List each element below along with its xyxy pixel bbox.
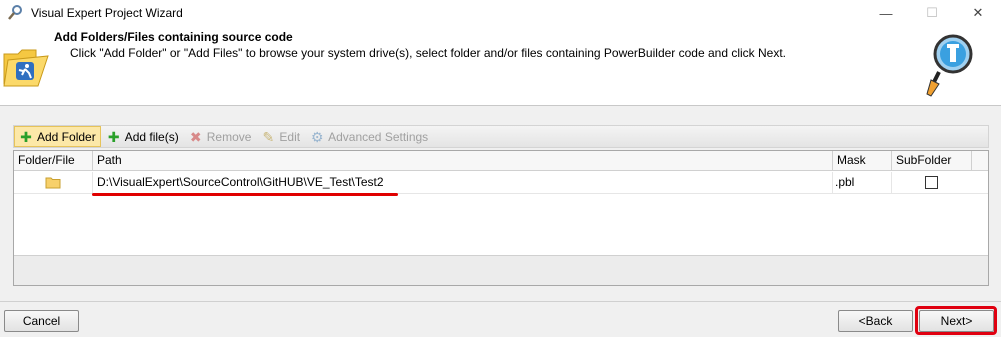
remove-x-icon: ✖: [189, 128, 202, 145]
magnifier-pencil-icon: [925, 32, 973, 98]
close-button[interactable]: ✕: [955, 0, 1001, 26]
source-grid: Folder/File Path Mask SubFolder D:\Visua…: [13, 150, 989, 286]
folder-icon: [45, 177, 61, 189]
plus-icon: ✚: [107, 128, 120, 145]
toolbar: ✚ Add Folder ✚ Add file(s) ✖ Remove ✎ Ed…: [13, 125, 989, 148]
grid-footer: [14, 255, 988, 285]
page-title: Add Folders/Files containing source code: [54, 30, 293, 44]
path-highlight-underline: [92, 193, 398, 196]
column-path[interactable]: Path: [93, 151, 833, 171]
row-mask[interactable]: .pbl: [833, 172, 892, 193]
edit-label: Edit: [279, 129, 301, 144]
edit-button: ✎ Edit: [257, 126, 304, 147]
advanced-settings-label: Advanced Settings: [328, 129, 429, 144]
window-title: Visual Expert Project Wizard: [31, 6, 183, 20]
row-path[interactable]: D:\VisualExpert\SourceControl\GitHUB\VE_…: [93, 172, 833, 193]
folder-runner-icon: [2, 42, 50, 92]
title-bar: Visual Expert Project Wizard — ☐ ✕: [0, 0, 1001, 26]
remove-label: Remove: [206, 129, 252, 144]
grid-header: Folder/File Path Mask SubFolder: [14, 151, 988, 171]
bottom-divider: [0, 301, 1001, 302]
page-description: Click "Add Folder" or "Add Files" to bro…: [70, 46, 787, 60]
cancel-button[interactable]: Cancel: [4, 310, 79, 332]
add-files-label: Add file(s): [124, 129, 179, 144]
app-icon: [7, 5, 23, 21]
row-folder-cell: [14, 172, 93, 193]
wizard-header: Add Folders/Files containing source code…: [0, 26, 1001, 106]
remove-button: ✖ Remove: [185, 126, 256, 147]
table-row[interactable]: D:\VisualExpert\SourceControl\GitHUB\VE_…: [14, 172, 988, 194]
subfolder-checkbox[interactable]: [925, 176, 938, 189]
gear-icon: ⚙: [310, 128, 324, 145]
minimize-button[interactable]: —: [863, 0, 909, 26]
add-folder-button[interactable]: ✚ Add Folder: [14, 126, 101, 147]
add-files-button[interactable]: ✚ Add file(s): [103, 126, 183, 147]
maximize-button: ☐: [926, 5, 938, 20]
advanced-settings-button: ⚙ Advanced Settings: [306, 126, 432, 147]
add-folder-label: Add Folder: [37, 129, 96, 144]
column-mask[interactable]: Mask: [833, 151, 892, 171]
next-button-highlight: [915, 306, 997, 335]
row-subfolder-cell: [892, 172, 972, 193]
column-folder-file[interactable]: Folder/File: [14, 151, 93, 171]
back-button[interactable]: <Back: [838, 310, 913, 332]
pencil-icon: ✎: [262, 128, 275, 145]
plus-icon: ✚: [20, 128, 32, 145]
column-subfolder[interactable]: SubFolder: [892, 151, 972, 171]
